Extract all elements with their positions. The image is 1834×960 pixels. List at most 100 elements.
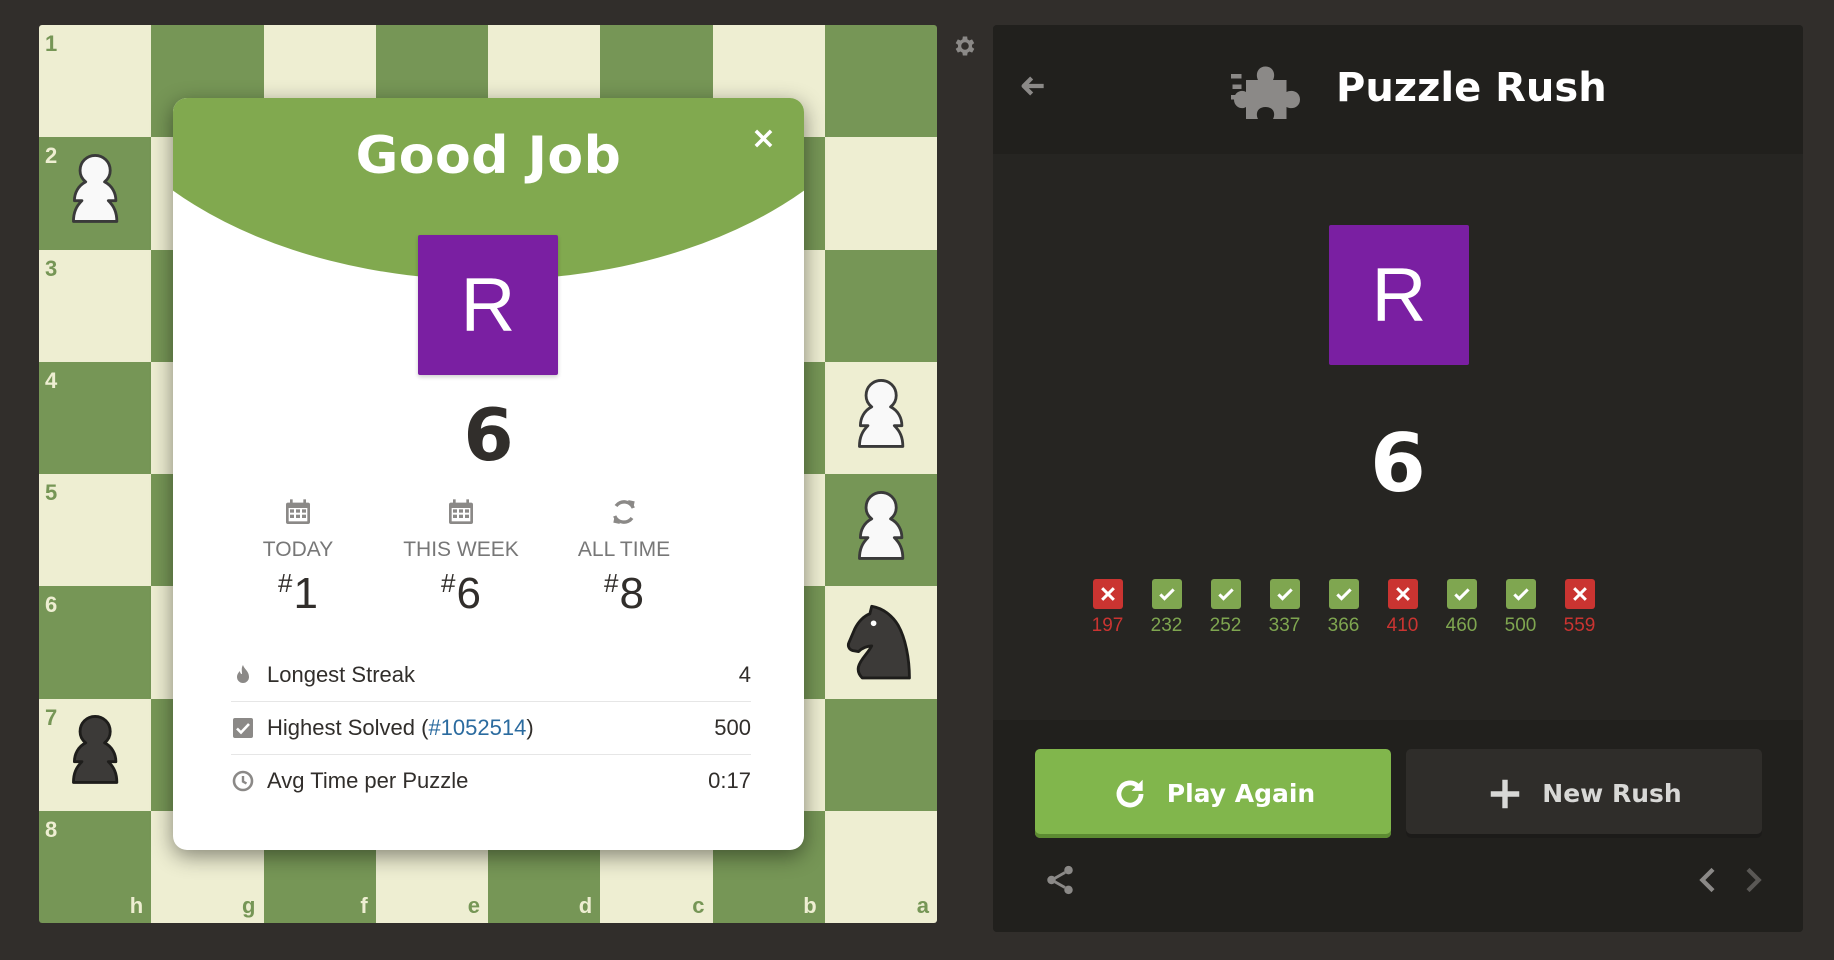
result-item[interactable]: 559 [1550,579,1609,637]
check-icon [1505,579,1536,609]
checkbox-icon [233,717,253,738]
check-icon [1328,579,1359,609]
check-icon [1446,579,1477,609]
result-rating: 197 [1091,615,1124,636]
result-rating: 337 [1268,615,1301,636]
board-square[interactable] [824,474,937,587]
rank-value: #6 [441,568,481,618]
close-icon[interactable]: × [751,124,776,154]
board-square[interactable] [824,25,937,138]
result-item[interactable]: 366 [1314,579,1373,637]
board-square[interactable]: 3 [39,249,152,362]
file-coordinate: f [360,893,368,918]
file-coordinate: e [467,893,480,918]
white-pawn-icon[interactable] [834,483,928,577]
rank-coordinate: 4 [45,367,58,393]
avatar: R [418,235,558,375]
calendar-icon [286,499,310,524]
cross-icon [1387,579,1418,609]
rank-label: TODAY [262,538,334,561]
back-arrow-icon[interactable] [1017,70,1049,102]
puzzle-results: 197 232 252 337 366 410 460 500 559 [1078,579,1609,637]
file-coordinate: a [916,893,929,918]
stat-avg-time: Avg Time per Puzzle 0:17 [231,754,751,807]
cross-icon [1564,579,1595,609]
rank-value: #1 [278,568,318,618]
clock-icon [232,770,254,791]
board-square[interactable] [824,249,937,362]
board-square[interactable] [824,361,937,474]
modal-title: Good Job [355,126,622,186]
black-pawn-icon[interactable] [48,707,142,801]
result-item[interactable]: 500 [1491,579,1550,637]
result-rating: 252 [1209,615,1242,636]
white-pawn-icon[interactable] [834,371,928,465]
rank-coordinate: 5 [45,480,58,505]
puzzle-link[interactable]: #1052514 [428,715,526,740]
board-square[interactable]: 6 [39,586,152,699]
board-square[interactable] [824,137,937,250]
cross-icon [1092,579,1123,609]
board-square[interactable]: 4 [39,361,152,474]
share-icon[interactable] [1043,863,1077,897]
result-item[interactable]: 460 [1432,579,1491,637]
rank-this-week: THIS WEEK #6 [371,496,551,619]
chevron-right-icon[interactable] [1736,863,1768,897]
settings-gear-icon[interactable] [952,33,978,59]
file-coordinate: d [578,893,593,918]
white-pawn-icon[interactable] [48,146,142,240]
stat-longest-streak: Longest Streak 4 [231,648,751,702]
result-rating: 410 [1386,615,1419,636]
result-item[interactable]: 337 [1255,579,1314,637]
panel-title: Puzzle Rush [1336,65,1607,111]
result-rating: 559 [1563,615,1596,636]
puzzle-rush-page: 12345678hgfedcba Good Job × R 6 TODAY #1 [0,0,1834,960]
rank-label: THIS WEEK [403,538,519,561]
rank-coordinate: 1 [45,31,58,56]
flame-icon [237,664,249,683]
modal-score: 6 [463,393,514,477]
check-icon [1269,579,1300,609]
result-item[interactable]: 410 [1373,579,1432,637]
result-item[interactable]: 252 [1196,579,1255,637]
board-square[interactable]: 8h [39,810,152,923]
result-item[interactable]: 197 [1078,579,1137,637]
file-coordinate: c [692,893,705,918]
rank-coordinate: 3 [45,255,58,281]
result-rating: 500 [1504,615,1537,636]
file-coordinate: h [129,893,144,918]
board-square[interactable] [824,698,937,811]
play-again-button[interactable]: Play Again [1035,749,1391,838]
stat-label: Highest Solved (#1052514) [267,714,534,740]
panel-score: 6 [1370,417,1426,510]
board-square[interactable]: 2 [39,137,152,250]
stat-label: Longest Streak [267,661,415,687]
new-rush-button[interactable]: New Rush [1406,749,1762,838]
black-knight-icon[interactable] [834,595,928,689]
results-modal: Good Job × R 6 TODAY #1 THIS WEEK #6 ALL… [173,98,804,850]
board-square[interactable]: 5 [39,474,152,587]
rank-all-time: ALL TIME #8 [534,496,714,619]
puzzle-piece-icon [1231,66,1300,119]
calendar-icon [449,499,473,524]
chevron-left-icon[interactable] [1693,863,1725,897]
refresh-icon [1116,779,1144,807]
board-square[interactable]: a [824,810,937,923]
rank-value: #8 [604,568,644,618]
rank-coordinate: 8 [45,816,58,842]
avatar: R [1329,225,1469,365]
puzzle-rush-panel: Puzzle Rush R 6 197 232 252 337 366 410 460 500… [993,25,1803,932]
stat-label: Avg Time per Puzzle [267,767,469,793]
board-square[interactable]: 7 [39,698,152,811]
rank-coordinate: 6 [45,592,58,618]
file-coordinate: g [242,893,256,918]
new-rush-label: New Rush [1542,779,1682,808]
plus-icon [1491,779,1520,808]
play-again-label: Play Again [1166,779,1316,808]
check-icon [1151,579,1182,609]
board-square[interactable] [824,586,937,699]
board-square[interactable]: 1 [39,25,152,138]
rank-label: ALL TIME [577,538,671,561]
result-item[interactable]: 232 [1137,579,1196,637]
result-rating: 366 [1327,615,1360,636]
